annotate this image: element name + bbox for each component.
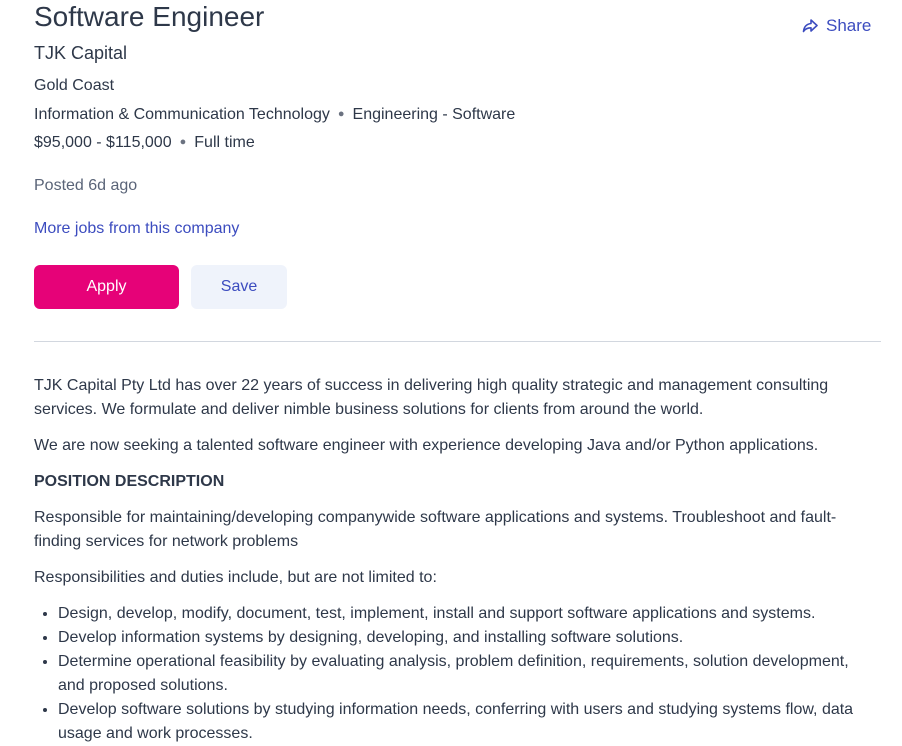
duties-intro: Responsibilities and duties include, but… <box>34 569 437 586</box>
list-item: Determine operational feasibility by eva… <box>58 650 864 698</box>
job-classification: Information & Communication Technology <box>34 106 330 123</box>
more-jobs-link[interactable]: More jobs from this company <box>34 219 239 239</box>
intro-paragraph: We are now seeking a talented software e… <box>34 437 819 454</box>
share-label: Share <box>826 16 872 35</box>
job-title: Software Engineer <box>34 1 265 32</box>
share-arrow-icon <box>802 19 818 33</box>
share-button[interactable]: Share <box>802 16 871 36</box>
list-item: Develop software solutions by studying i… <box>58 698 864 746</box>
posted-date: Posted 6d ago <box>34 177 138 194</box>
separator-dot: ● <box>337 108 345 120</box>
list-item: Design, develop, modify, document, test,… <box>58 602 864 626</box>
job-salary-line: $95,000 - $115,000 ● Full time <box>34 132 255 153</box>
job-location: Gold Coast <box>34 77 115 94</box>
section-heading: POSITION DESCRIPTION <box>34 473 225 490</box>
company-name: TJK Capital <box>34 43 128 63</box>
job-classification-line: Information & Communication Technology ● E… <box>34 104 515 125</box>
job-work-type: Full time <box>194 134 255 151</box>
list-item: Develop information systems by designing… <box>58 626 864 650</box>
intro-paragraph: TJK Capital Pty Ltd has over 22 years of… <box>34 377 829 418</box>
divider <box>34 341 881 342</box>
separator-dot: ● <box>179 136 187 148</box>
duties-list: Design, develop, modify, document, test,… <box>34 602 864 746</box>
apply-button[interactable]: Apply <box>34 265 179 309</box>
position-summary: Responsible for maintaining/developing c… <box>34 509 837 550</box>
job-salary: $95,000 - $115,000 <box>34 134 172 151</box>
save-button[interactable]: Save <box>191 265 287 309</box>
job-description: TJK Capital Pty Ltd has over 22 years of… <box>34 374 864 746</box>
job-subclassification: Engineering - Software <box>352 106 516 123</box>
